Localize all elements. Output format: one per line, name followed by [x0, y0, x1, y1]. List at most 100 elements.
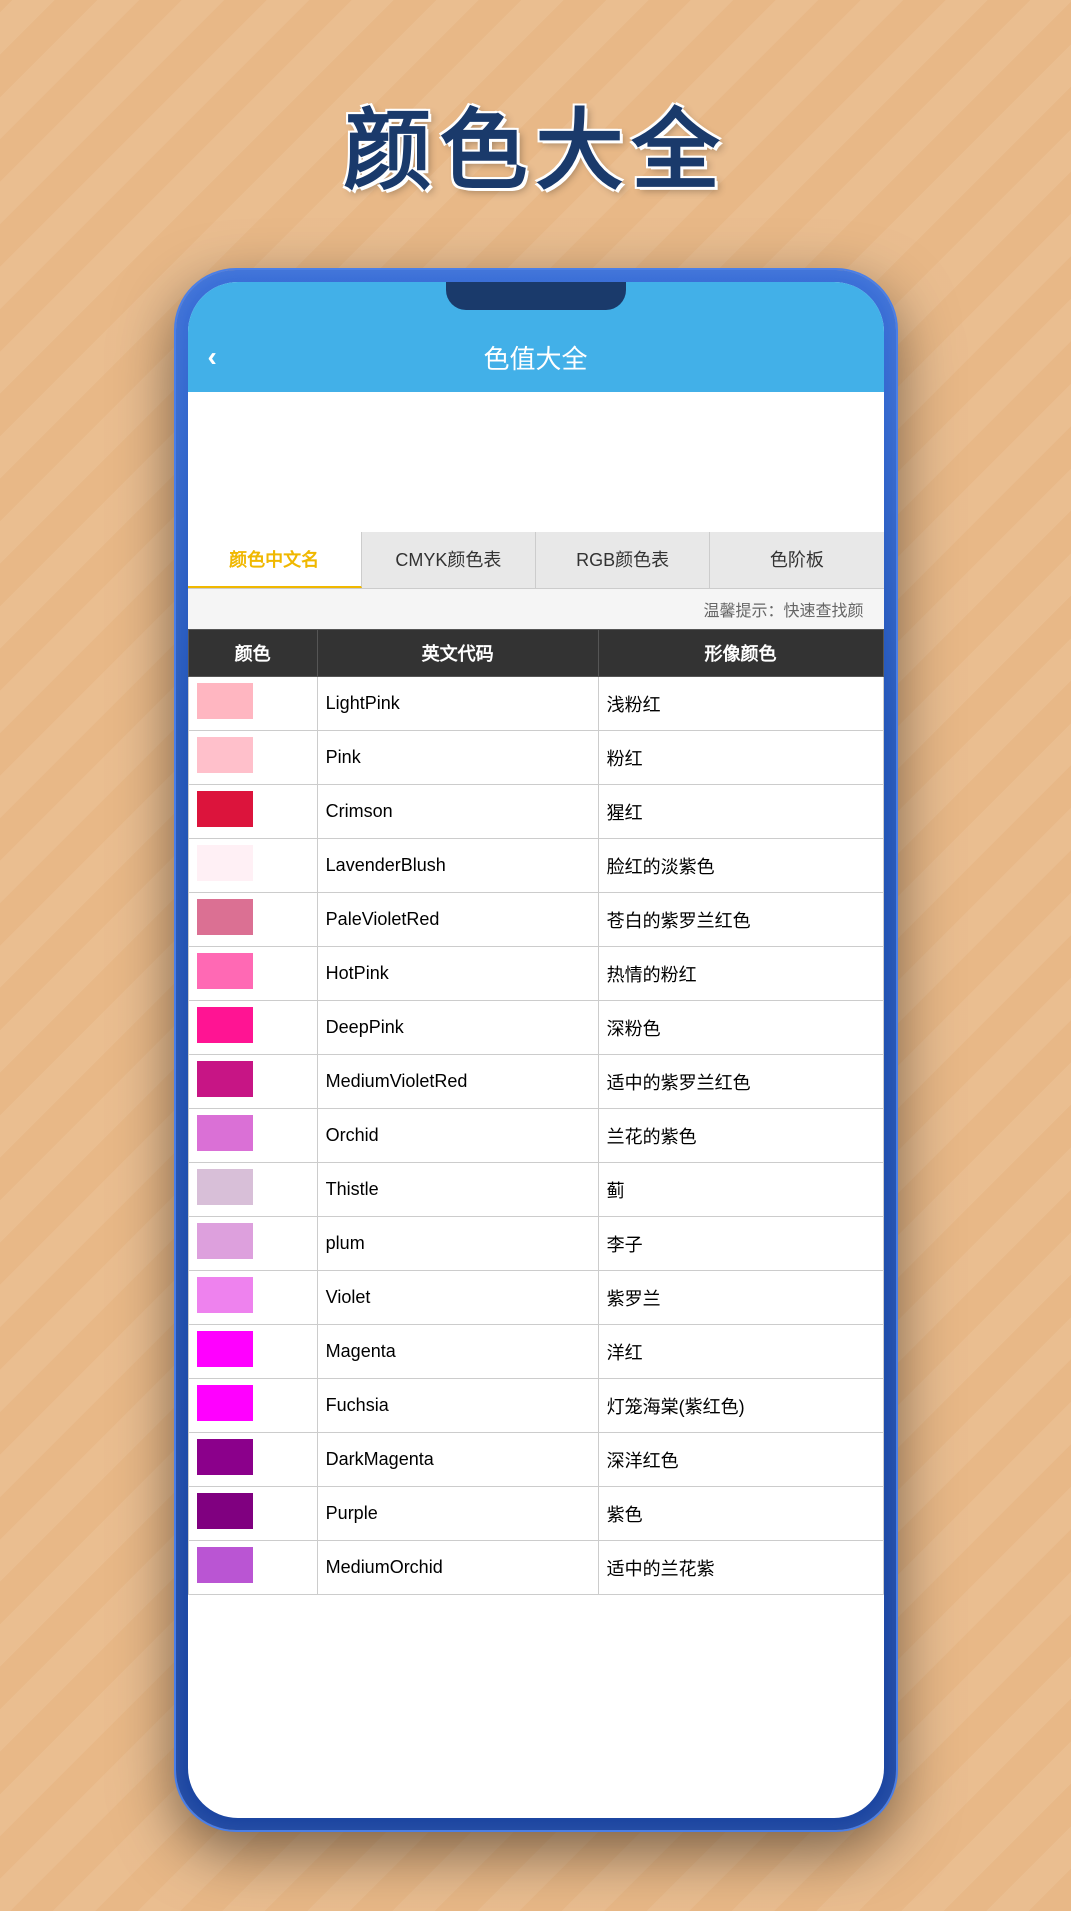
color-swatch-cell: [188, 1379, 317, 1433]
color-name-zh: 适中的兰花紫: [598, 1541, 883, 1595]
color-name-zh: 蓟: [598, 1163, 883, 1217]
color-name-en: HotPink: [317, 947, 598, 1001]
color-name-en: LavenderBlush: [317, 839, 598, 893]
page-title: 颜色大全: [0, 80, 1071, 207]
color-swatch-cell: [188, 1271, 317, 1325]
color-name-zh: 深洋红色: [598, 1433, 883, 1487]
color-name-zh: 洋红: [598, 1325, 883, 1379]
table-row[interactable]: LightPink浅粉红: [188, 677, 883, 731]
color-name-zh: 适中的紫罗兰红色: [598, 1055, 883, 1109]
table-row[interactable]: Crimson猩红: [188, 785, 883, 839]
color-swatch: [197, 1007, 253, 1043]
header-title: 色值大全: [483, 339, 587, 376]
table-row[interactable]: plum李子: [188, 1217, 883, 1271]
color-name-zh: 李子: [598, 1217, 883, 1271]
color-swatch-cell: [188, 1433, 317, 1487]
color-name-zh: 灯笼海棠(紫红色): [598, 1379, 883, 1433]
color-name-zh: 猩红: [598, 785, 883, 839]
color-name-en: LightPink: [317, 677, 598, 731]
table-row[interactable]: Violet紫罗兰: [188, 1271, 883, 1325]
table-row[interactable]: MediumOrchid适中的兰花紫: [188, 1541, 883, 1595]
color-name-zh: 粉红: [598, 731, 883, 785]
color-swatch: [197, 1547, 253, 1583]
color-swatch-cell: [188, 947, 317, 1001]
color-swatch-cell: [188, 1541, 317, 1595]
color-swatch-cell: [188, 1109, 317, 1163]
color-swatch-cell: [188, 731, 317, 785]
ad-banner: [188, 392, 884, 532]
color-swatch-cell: [188, 839, 317, 893]
color-swatch: [197, 1115, 253, 1151]
table-row[interactable]: Fuchsia灯笼海棠(紫红色): [188, 1379, 883, 1433]
color-swatch: [197, 899, 253, 935]
color-swatch: [197, 1061, 253, 1097]
color-swatch-cell: [188, 677, 317, 731]
color-swatch: [197, 1493, 253, 1529]
color-name-en: Crimson: [317, 785, 598, 839]
tab-gradient[interactable]: 色阶板: [710, 532, 883, 588]
color-name-en: Violet: [317, 1271, 598, 1325]
color-swatch: [197, 1169, 253, 1205]
table-row[interactable]: HotPink热情的粉红: [188, 947, 883, 1001]
color-swatch: [197, 737, 253, 773]
tab-color-chinese[interactable]: 颜色中文名: [188, 532, 362, 588]
color-swatch: [197, 845, 253, 881]
color-table: 颜色 英文代码 形像颜色 LightPink浅粉红Pink粉红Crimson猩红…: [188, 629, 884, 1595]
col-header-zh: 形像颜色: [598, 630, 883, 677]
color-swatch-cell: [188, 1217, 317, 1271]
color-name-en: Pink: [317, 731, 598, 785]
table-row[interactable]: Pink粉红: [188, 731, 883, 785]
tab-rgb[interactable]: RGB颜色表: [536, 532, 710, 588]
phone-inner: ‹ 色值大全 颜色中文名 CMYK颜色表 RGB颜色表 色阶板 温馨提示：快速查…: [188, 282, 884, 1818]
table-row[interactable]: LavenderBlush脸红的淡紫色: [188, 839, 883, 893]
color-swatch: [197, 791, 253, 827]
color-name-en: Orchid: [317, 1109, 598, 1163]
color-name-en: PaleVioletRed: [317, 893, 598, 947]
color-swatch: [197, 1331, 253, 1367]
color-name-zh: 脸红的淡紫色: [598, 839, 883, 893]
color-swatch: [197, 1277, 253, 1313]
phone-frame: ‹ 色值大全 颜色中文名 CMYK颜色表 RGB颜色表 色阶板 温馨提示：快速查…: [176, 270, 896, 1830]
color-name-zh: 兰花的紫色: [598, 1109, 883, 1163]
color-name-en: MediumOrchid: [317, 1541, 598, 1595]
color-name-zh: 苍白的紫罗兰红色: [598, 893, 883, 947]
color-name-zh: 深粉色: [598, 1001, 883, 1055]
color-swatch-cell: [188, 1487, 317, 1541]
app-header: ‹ 色值大全: [188, 322, 884, 392]
color-swatch: [197, 1223, 253, 1259]
color-name-zh: 紫色: [598, 1487, 883, 1541]
color-swatch: [197, 953, 253, 989]
color-swatch-cell: [188, 893, 317, 947]
table-row[interactable]: MediumVioletRed适中的紫罗兰红色: [188, 1055, 883, 1109]
tab-cmyk[interactable]: CMYK颜色表: [362, 532, 536, 588]
color-swatch-cell: [188, 1055, 317, 1109]
color-swatch: [197, 1385, 253, 1421]
color-swatch: [197, 683, 253, 719]
color-name-en: Magenta: [317, 1325, 598, 1379]
color-swatch-cell: [188, 785, 317, 839]
table-row[interactable]: Purple紫色: [188, 1487, 883, 1541]
table-row[interactable]: Orchid兰花的紫色: [188, 1109, 883, 1163]
table-row[interactable]: DeepPink深粉色: [188, 1001, 883, 1055]
color-name-en: Thistle: [317, 1163, 598, 1217]
color-name-en: DeepPink: [317, 1001, 598, 1055]
color-name-en: Purple: [317, 1487, 598, 1541]
table-row[interactable]: DarkMagenta深洋红色: [188, 1433, 883, 1487]
color-swatch-cell: [188, 1325, 317, 1379]
tabs-bar: 颜色中文名 CMYK颜色表 RGB颜色表 色阶板: [188, 532, 884, 589]
color-name-zh: 紫罗兰: [598, 1271, 883, 1325]
color-name-en: Fuchsia: [317, 1379, 598, 1433]
color-swatch-cell: [188, 1163, 317, 1217]
color-name-zh: 浅粉红: [598, 677, 883, 731]
back-button[interactable]: ‹: [208, 341, 217, 373]
color-name-en: DarkMagenta: [317, 1433, 598, 1487]
color-name-en: plum: [317, 1217, 598, 1271]
table-row[interactable]: Magenta洋红: [188, 1325, 883, 1379]
color-swatch: [197, 1439, 253, 1475]
table-row[interactable]: Thistle蓟: [188, 1163, 883, 1217]
col-header-color: 颜色: [188, 630, 317, 677]
table-container: 颜色 英文代码 形像颜色 LightPink浅粉红Pink粉红Crimson猩红…: [188, 629, 884, 1595]
table-row[interactable]: PaleVioletRed苍白的紫罗兰红色: [188, 893, 883, 947]
hint-bar: 温馨提示：快速查找颜: [188, 589, 884, 629]
phone-notch: [446, 282, 626, 310]
